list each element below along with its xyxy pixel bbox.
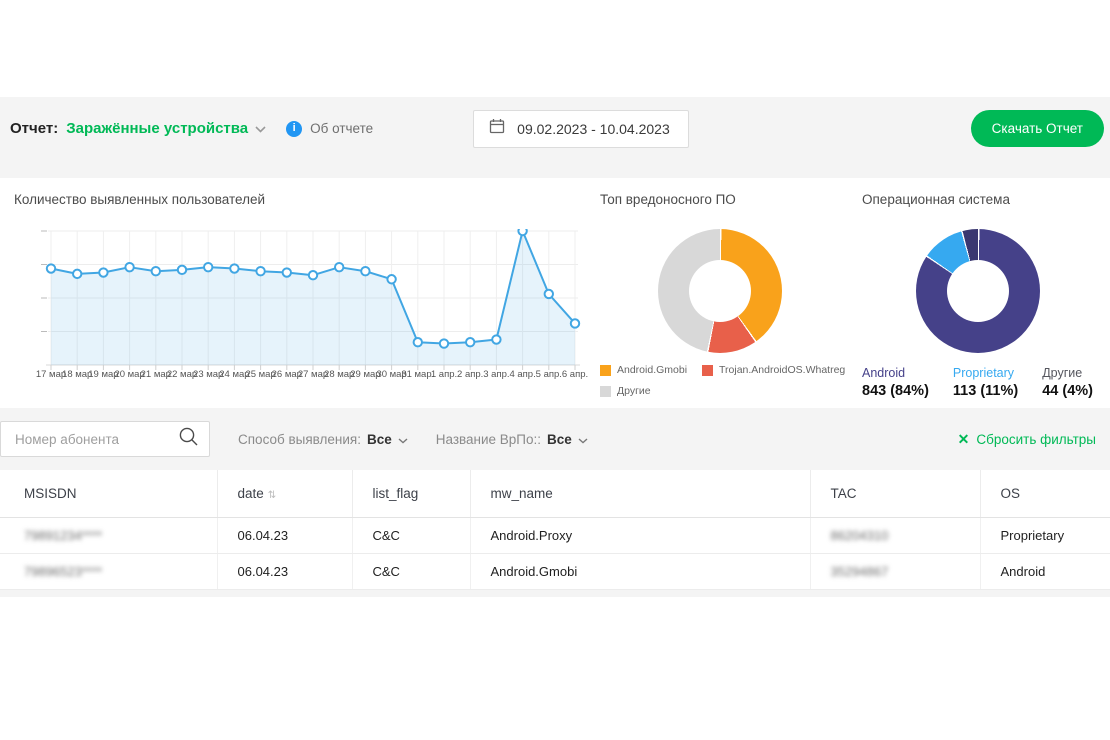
legend-swatch <box>600 365 611 376</box>
reset-filters-label: Сбросить фильтры <box>976 432 1096 447</box>
sort-icon[interactable]: ⇅ <box>268 490 276 501</box>
malware-donut-section: Топ вредоносного ПО Android.Gmobi Trojan… <box>590 178 846 408</box>
cell-os: Proprietary <box>980 517 1110 553</box>
os-stat-name: Другие <box>1042 366 1093 380</box>
search-icon[interactable] <box>178 426 199 452</box>
column-header-date[interactable]: date⇅ <box>217 470 352 517</box>
line-chart-title: Количество выявленных пользователей <box>14 178 590 207</box>
cell-mw_name: Android.Gmobi <box>470 553 810 589</box>
date-range-value: 09.02.2023 - 10.04.2023 <box>517 121 670 137</box>
malware-donut-legend: Android.Gmobi Trojan.AndroidOS.Whatreg Д… <box>600 364 846 397</box>
subscriber-search-box[interactable] <box>0 421 210 457</box>
report-header: Отчет: Заражённые устройства i Об отчете… <box>0 97 1110 160</box>
os-donut-section: Операционная система Android 843 (84%) P… <box>846 178 1096 408</box>
column-header-mw-name[interactable]: mw_name <box>470 470 810 517</box>
x-axis-label: 2 апр. <box>457 369 483 380</box>
infected-devices-table: MSISDN date⇅ list_flag mw_name TAC OS 79… <box>0 470 1110 590</box>
x-axis-label: 3 апр. <box>483 369 509 380</box>
users-line-chart[interactable]: 17 мар18 мар19 мар20 мар21 мар22 мар23 м… <box>40 229 590 386</box>
column-header-list-flag[interactable]: list_flag <box>352 470 470 517</box>
report-name: Заражённые устройства <box>66 120 248 137</box>
report-label: Отчет: <box>10 120 58 137</box>
cell-tac: 86204310 <box>810 517 980 553</box>
column-header-msisdn[interactable]: MSISDN <box>0 470 217 517</box>
cell-mw_name: Android.Proxy <box>470 517 810 553</box>
filter-bar: Способ выявления: Все Название ВрПо:: Вс… <box>0 408 1110 470</box>
infected-devices-table-card: MSISDN date⇅ list_flag mw_name TAC OS 79… <box>0 470 1110 590</box>
cell-msisdn: 79891234**** <box>0 517 217 553</box>
charts-card: Количество выявленных пользователей 17 м… <box>0 178 1110 408</box>
x-axis-label: 6 апр. <box>562 369 588 380</box>
reset-filters-button[interactable]: ✕ Сбросить фильтры <box>958 431 1096 448</box>
cell-os: Android <box>980 553 1110 589</box>
about-report-link[interactable]: i Об отчете <box>286 121 373 137</box>
x-axis-label: 4 апр. <box>509 369 535 380</box>
legend-swatch <box>600 386 611 397</box>
os-donut-title: Операционная система <box>862 178 1096 207</box>
os-stat-name: Android <box>862 366 929 380</box>
os-stat-value: 44 (4%) <box>1042 383 1093 399</box>
table-header-row: MSISDN date⇅ list_flag mw_name TAC OS <box>0 470 1110 517</box>
legend-swatch <box>702 365 713 376</box>
info-icon: i <box>286 121 302 137</box>
column-header-tac[interactable]: TAC <box>810 470 980 517</box>
x-axis-label: 31 мар. <box>401 369 434 380</box>
legend-label: Другие <box>617 385 651 397</box>
cell-list_flag: C&C <box>352 517 470 553</box>
subscriber-search-input[interactable] <box>13 431 178 448</box>
legend-label: Trojan.AndroidOS.Whatreg <box>719 364 845 376</box>
malware-donut-title: Топ вредоносного ПО <box>600 178 846 207</box>
os-stat-value: 113 (11%) <box>953 383 1018 399</box>
os-stat: Другие 44 (4%) <box>1042 366 1093 399</box>
cell-date: 06.04.23 <box>217 553 352 589</box>
legend-item: Android.Gmobi <box>600 364 686 376</box>
about-report-label: Об отчете <box>310 121 373 136</box>
os-donut-stats: Android 843 (84%) Proprietary 113 (11%) … <box>862 366 1096 399</box>
os-stat-value: 843 (84%) <box>862 383 929 399</box>
detection-method-value: Все <box>367 432 392 447</box>
cell-date: 06.04.23 <box>217 517 352 553</box>
legend-label: Android.Gmobi <box>617 364 687 376</box>
x-axis-label: 5 апр. <box>536 369 562 380</box>
table-row[interactable]: 79896523****06.04.23C&CAndroid.Gmobi3529… <box>0 553 1110 589</box>
x-axis-label: 1 апр. <box>431 369 457 380</box>
cell-msisdn: 79896523**** <box>0 553 217 589</box>
malware-name-label: Название ВрПо:: <box>436 432 541 447</box>
chevron-down-icon <box>578 432 588 447</box>
detection-method-label: Способ выявления: <box>238 432 361 447</box>
legend-item: Другие <box>600 385 686 397</box>
chevron-down-icon <box>398 432 408 447</box>
chevron-down-icon <box>255 120 266 138</box>
detection-method-filter[interactable]: Способ выявления: Все <box>238 432 408 447</box>
cell-list_flag: C&C <box>352 553 470 589</box>
top-whitespace <box>0 0 1110 97</box>
column-header-os[interactable]: OS <box>980 470 1110 517</box>
report-select[interactable]: Заражённые устройства <box>66 120 266 138</box>
date-range-picker[interactable]: 09.02.2023 - 10.04.2023 <box>473 110 689 148</box>
table-row[interactable]: 79891234****06.04.23C&CAndroid.Proxy8620… <box>0 517 1110 553</box>
cell-tac: 35294867 <box>810 553 980 589</box>
os-stat-name: Proprietary <box>953 366 1018 380</box>
os-stat: Android 843 (84%) <box>862 366 929 399</box>
calendar-icon <box>489 118 505 139</box>
download-report-button[interactable]: Скачать Отчет <box>971 110 1104 147</box>
legend-item: Trojan.AndroidOS.Whatreg <box>702 364 846 376</box>
users-line-chart-section: Количество выявленных пользователей 17 м… <box>14 178 590 408</box>
malware-name-filter[interactable]: Название ВрПо:: Все <box>436 432 588 447</box>
malware-name-value: Все <box>547 432 572 447</box>
os-donut-chart[interactable] <box>916 229 1040 353</box>
malware-donut-chart[interactable] <box>658 229 782 353</box>
close-icon: ✕ <box>958 431 970 448</box>
dashboard: Отчет: Заражённые устройства i Об отчете… <box>0 97 1110 597</box>
os-stat: Proprietary 113 (11%) <box>953 366 1018 399</box>
